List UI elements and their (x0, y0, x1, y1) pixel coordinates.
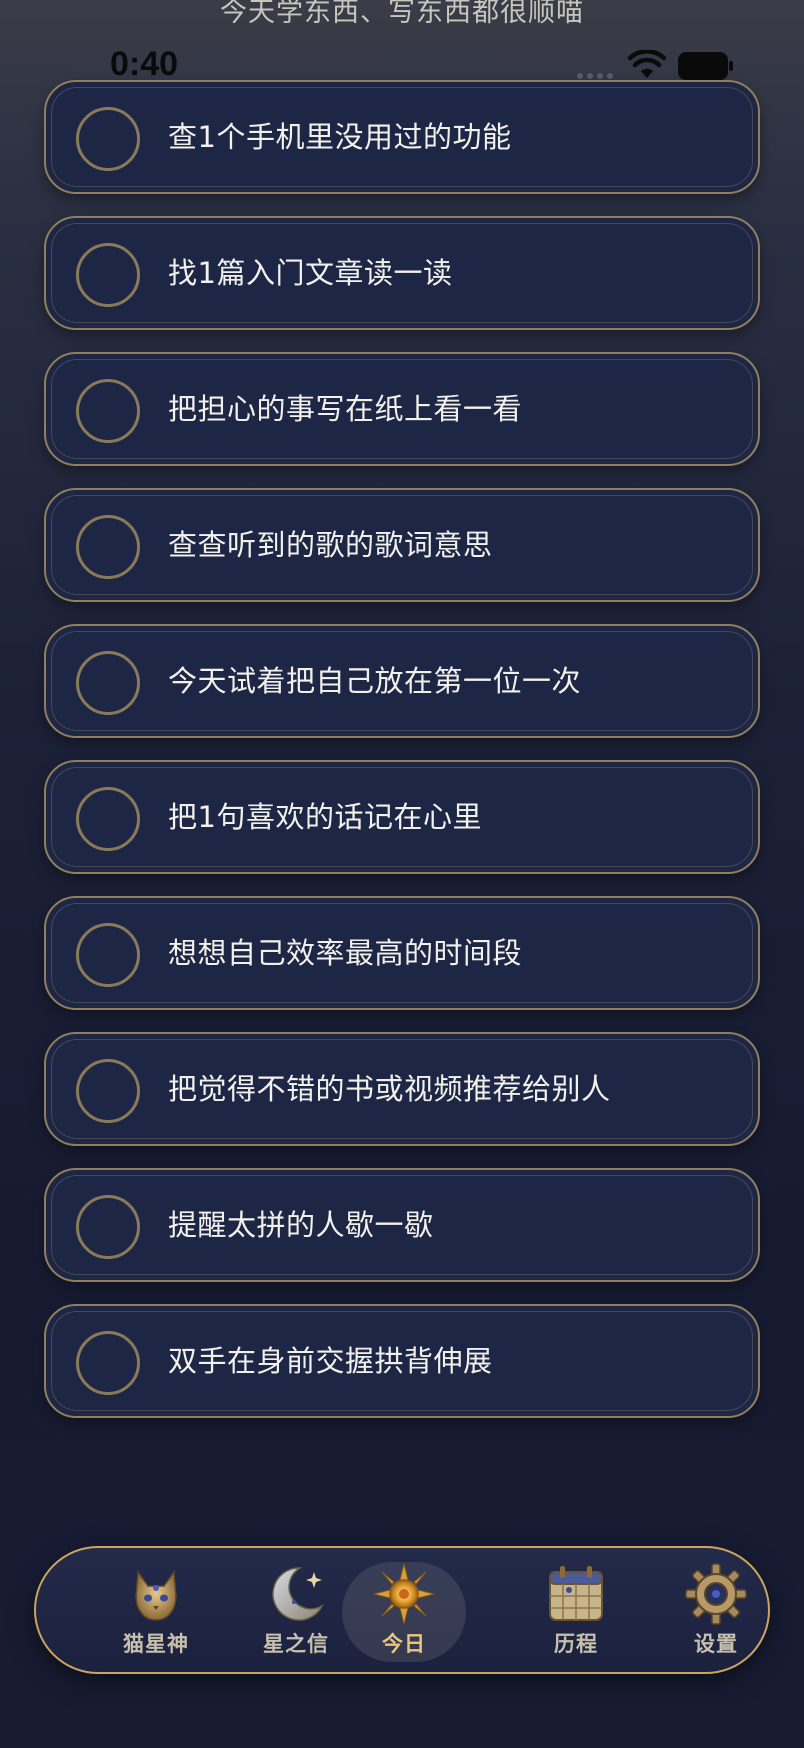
task-item[interactable]: 把担心的事写在纸上看一看 (44, 352, 760, 466)
task-label: 想想自己效率最高的时间段 (168, 936, 523, 970)
task-item[interactable]: 找1篇入门文章读一读 (44, 216, 760, 330)
sun-icon (373, 1563, 435, 1625)
tab-settings[interactable]: 设置 (654, 1562, 778, 1662)
task-item[interactable]: 提醒太拼的人歇一歇 (44, 1168, 760, 1282)
tab-label: 历程 (554, 1632, 598, 1656)
task-item[interactable]: 把1句喜欢的话记在心里 (44, 760, 760, 874)
tab-cat-god[interactable]: 猫星神 (94, 1562, 218, 1662)
task-item[interactable]: 查1个手机里没用过的功能 (44, 80, 760, 194)
status-time: 0:40 (110, 45, 179, 83)
tab-label: 今日 (382, 1632, 426, 1656)
header-caption: 今天学东西、写东西都很顺喵 (220, 0, 584, 28)
task-checkbox[interactable] (76, 515, 140, 579)
calendar-icon (549, 1566, 603, 1621)
cat-icon (135, 1569, 177, 1621)
task-item[interactable]: 双手在身前交握拱背伸展 (44, 1304, 760, 1418)
task-label: 找1篇入门文章读一读 (168, 256, 453, 290)
task-checkbox[interactable] (76, 243, 140, 307)
signal-dots-icon (577, 73, 613, 79)
wifi-icon (628, 50, 666, 78)
task-checkbox[interactable] (76, 1195, 140, 1259)
tab-history[interactable]: 历程 (514, 1562, 638, 1662)
tab-today[interactable]: 今日 (342, 1562, 466, 1662)
task-item[interactable]: 把觉得不错的书或视频推荐给别人 (44, 1032, 760, 1146)
task-label: 把担心的事写在纸上看一看 (168, 392, 523, 426)
task-list: 查1个手机里没用过的功能 找1篇入门文章读一读 把担心的事写在纸上看一看 查查听… (44, 80, 760, 1440)
tab-bar: 猫星神 星之信 今日 历程 设置 (34, 1546, 770, 1674)
battery-icon (678, 52, 733, 80)
task-item[interactable]: 想想自己效率最高的时间段 (44, 896, 760, 1010)
task-label: 双手在身前交握拱背伸展 (168, 1344, 493, 1378)
task-label: 今天试着把自己放在第一位一次 (168, 664, 582, 698)
moon-icon (272, 1567, 324, 1621)
task-label: 把1句喜欢的话记在心里 (168, 800, 482, 834)
task-label: 查1个手机里没用过的功能 (168, 120, 512, 154)
task-checkbox[interactable] (76, 787, 140, 851)
task-checkbox[interactable] (76, 1059, 140, 1123)
gear-icon (685, 1563, 747, 1625)
task-checkbox[interactable] (76, 923, 140, 987)
task-item[interactable]: 查查听到的歌的歌词意思 (44, 488, 760, 602)
tab-label: 设置 (694, 1632, 738, 1656)
task-checkbox[interactable] (76, 651, 140, 715)
task-checkbox[interactable] (76, 107, 140, 171)
tab-label: 星之信 (263, 1632, 329, 1656)
task-label: 提醒太拼的人歇一歇 (168, 1208, 434, 1242)
task-checkbox[interactable] (76, 1331, 140, 1395)
task-checkbox[interactable] (76, 379, 140, 443)
task-label: 查查听到的歌的歌词意思 (168, 528, 493, 562)
task-item[interactable]: 今天试着把自己放在第一位一次 (44, 624, 760, 738)
task-label: 把觉得不错的书或视频推荐给别人 (168, 1072, 611, 1106)
tab-star-letter[interactable]: 星之信 (234, 1562, 358, 1662)
tab-label: 猫星神 (123, 1632, 189, 1656)
